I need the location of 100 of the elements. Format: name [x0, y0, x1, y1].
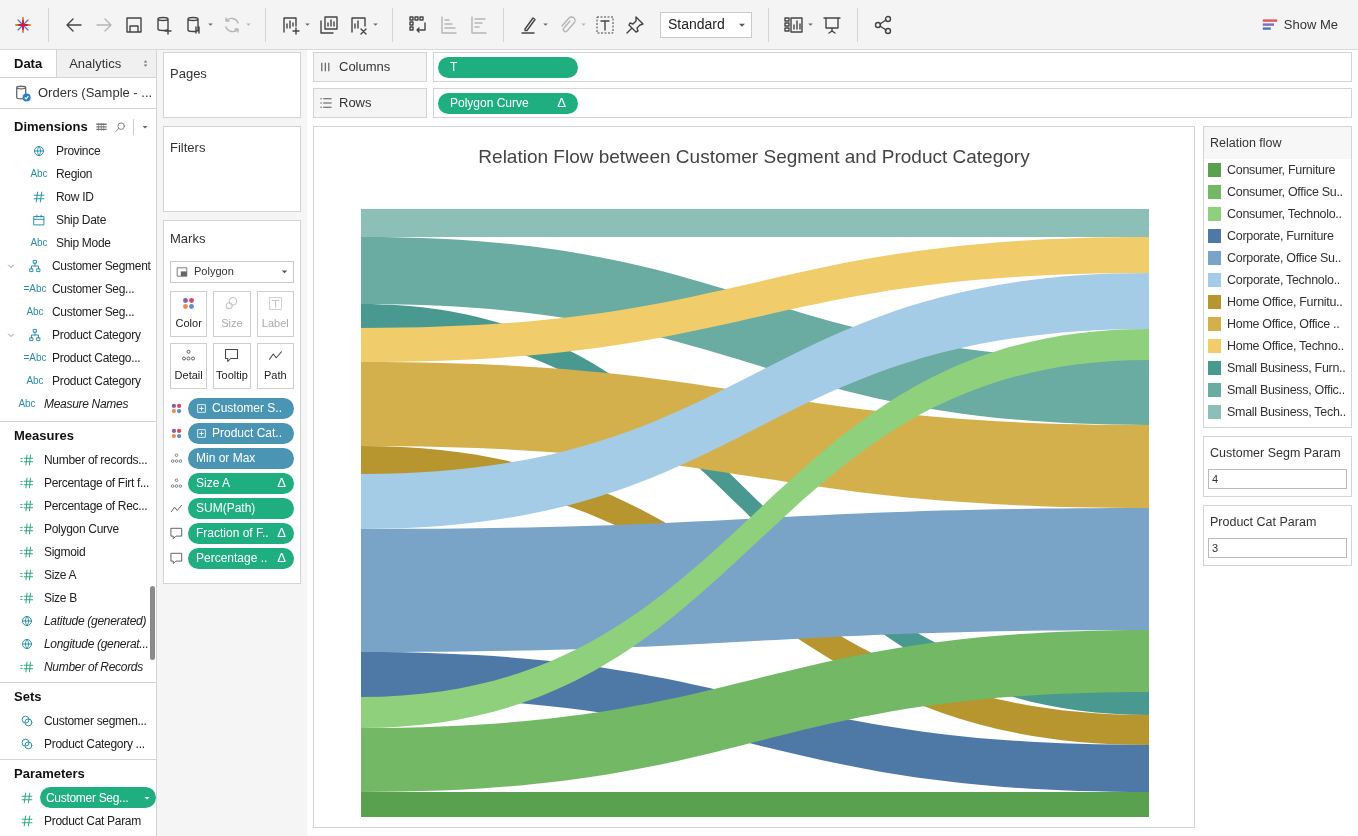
- hash-icon: [20, 659, 34, 674]
- speech-bubble-icon: [170, 551, 183, 565]
- field-item[interactable]: Province: [52, 141, 101, 160]
- hierarchy-icon: [28, 258, 42, 273]
- legend-label: Small Business, Tech..: [1227, 403, 1346, 421]
- globe-icon: [20, 613, 34, 628]
- field-item[interactable]: Latitude (generated): [40, 611, 147, 630]
- field-item[interactable]: Measure Names: [40, 394, 129, 413]
- marks-color-button[interactable]: Color: [170, 290, 208, 337]
- bar-chart-icon[interactable]: [1261, 16, 1278, 33]
- plus-box-icon: [196, 402, 207, 414]
- speech-bubble-icon: [170, 526, 183, 540]
- cards-icon[interactable]: [784, 14, 804, 35]
- field-item[interactable]: Ship Mode: [52, 233, 111, 252]
- dots-icon: [170, 476, 183, 490]
- field-item[interactable]: Customer Seg...: [48, 302, 135, 321]
- field-item[interactable]: Size A: [40, 565, 77, 584]
- show-me-button[interactable]: Show Me: [1261, 14, 1338, 35]
- legend-label: Corporate, Furniture: [1227, 227, 1334, 245]
- save-icon[interactable]: [124, 14, 144, 35]
- add-datasource-icon[interactable]: [154, 14, 174, 35]
- dots-icon: [181, 347, 197, 363]
- field-item[interactable]: Product Category: [48, 325, 141, 344]
- hash-icon: [20, 790, 34, 805]
- swap-icon[interactable]: [408, 14, 428, 35]
- field-item[interactable]: Product Category ...: [40, 734, 145, 753]
- delta-label: Δ: [277, 549, 286, 568]
- legend-label: Consumer, Furniture: [1227, 161, 1336, 179]
- color-dots-icon: [170, 401, 183, 415]
- duplicate-icon[interactable]: [319, 14, 339, 35]
- color-dots-icon: [170, 426, 183, 440]
- grid-icon[interactable]: [95, 120, 108, 134]
- calendar-icon: [32, 212, 46, 227]
- data-type-label: =Abc: [23, 351, 47, 365]
- field-item[interactable]: Customer Seg...: [48, 279, 135, 298]
- legend-label: Small Business, Furn..: [1227, 359, 1346, 377]
- field-item[interactable]: Longitude (generat...: [40, 634, 149, 653]
- field-item[interactable]: Polygon Curve: [40, 519, 119, 538]
- field-item[interactable]: Ship Date: [52, 210, 106, 229]
- mark-type-dropdown[interactable]: Polygon: [170, 260, 294, 283]
- parameter-title: Product Cat Param: [1209, 513, 1318, 531]
- marks-tooltip-button[interactable]: Tooltip: [213, 342, 251, 389]
- filters-shelf-label: Filters: [170, 140, 206, 155]
- field-item[interactable]: Size B: [40, 588, 77, 607]
- presentation-icon[interactable]: [822, 14, 842, 35]
- hash-icon: [20, 452, 34, 467]
- section-header: Sets: [14, 688, 42, 707]
- legend-label: Home Office, Office ..: [1227, 315, 1340, 333]
- field-item[interactable]: Product Catego...: [48, 348, 141, 367]
- field-item[interactable]: Number of Records: [40, 657, 143, 676]
- data-type-label: =Abc: [23, 282, 47, 296]
- clear-icon[interactable]: [349, 14, 369, 35]
- hash-icon: [20, 521, 34, 536]
- parameter-title: Customer Segm Param: [1209, 444, 1342, 462]
- parameter-input[interactable]: 3: [1208, 538, 1347, 558]
- hash-icon: [20, 498, 34, 513]
- scrollbar-thumb[interactable]: [150, 586, 155, 660]
- text-box-icon[interactable]: [595, 14, 615, 35]
- shelf-label: Columns: [339, 58, 391, 77]
- text-icon: [267, 295, 283, 311]
- marks-detail-button[interactable]: Detail: [170, 342, 208, 389]
- logo-icon[interactable]: [13, 14, 33, 35]
- database-icon[interactable]: [14, 83, 32, 102]
- parameter-input[interactable]: 4: [1208, 469, 1347, 489]
- pages-shelf-label: Pages: [170, 66, 207, 81]
- share-icon[interactable]: [873, 14, 893, 35]
- search-icon[interactable]: [114, 120, 127, 134]
- set-icon: [20, 713, 34, 728]
- field-item[interactable]: Customer Segment: [48, 256, 151, 275]
- section-header: Measures: [14, 427, 74, 446]
- delta-label: Δ: [277, 474, 286, 493]
- color-dots-icon: [181, 295, 197, 311]
- legend-label: Corporate, Technolo..: [1227, 271, 1340, 289]
- chart-title: Relation Flow between Customer Segment and Product Category: [477, 145, 1031, 169]
- new-sheet-icon[interactable]: [281, 14, 301, 35]
- data-type-label: Abc: [30, 167, 48, 181]
- hash-icon: [20, 813, 34, 828]
- hash-icon: [20, 590, 34, 605]
- field-item[interactable]: Customer segmen...: [40, 711, 147, 730]
- data-type-label: Abc: [26, 305, 44, 319]
- field-item[interactable]: Region: [52, 164, 93, 183]
- legend-label: Small Business, Offic..: [1227, 381, 1345, 399]
- pin-icon[interactable]: [625, 14, 645, 35]
- section-header: Dimensions: [14, 118, 88, 137]
- datasource-item[interactable]: Orders (Sample - ...: [0, 77, 156, 109]
- field-item[interactable]: Number of records...: [40, 450, 148, 469]
- marks-path-button[interactable]: Path: [256, 342, 294, 389]
- field-item[interactable]: Product Category: [48, 371, 141, 390]
- delta-label: Δ: [277, 524, 286, 543]
- hash-icon: [32, 189, 46, 204]
- field-item[interactable]: Percentage of Firt f...: [40, 473, 150, 492]
- fit-dropdown[interactable]: Standard: [660, 11, 752, 38]
- section-header: Parameters: [14, 765, 85, 784]
- field-item[interactable]: Percentage of Rec...: [40, 496, 148, 515]
- field-item[interactable]: Row ID: [52, 187, 94, 206]
- parameter-item[interactable]: Product Cat Param: [40, 811, 141, 830]
- data-pane-tab[interactable]: Analytics: [56, 50, 156, 77]
- field-item[interactable]: Sigmoid: [40, 542, 86, 561]
- data-type-label: Abc: [18, 397, 36, 411]
- legend-label: Consumer, Technolo..: [1227, 205, 1342, 223]
